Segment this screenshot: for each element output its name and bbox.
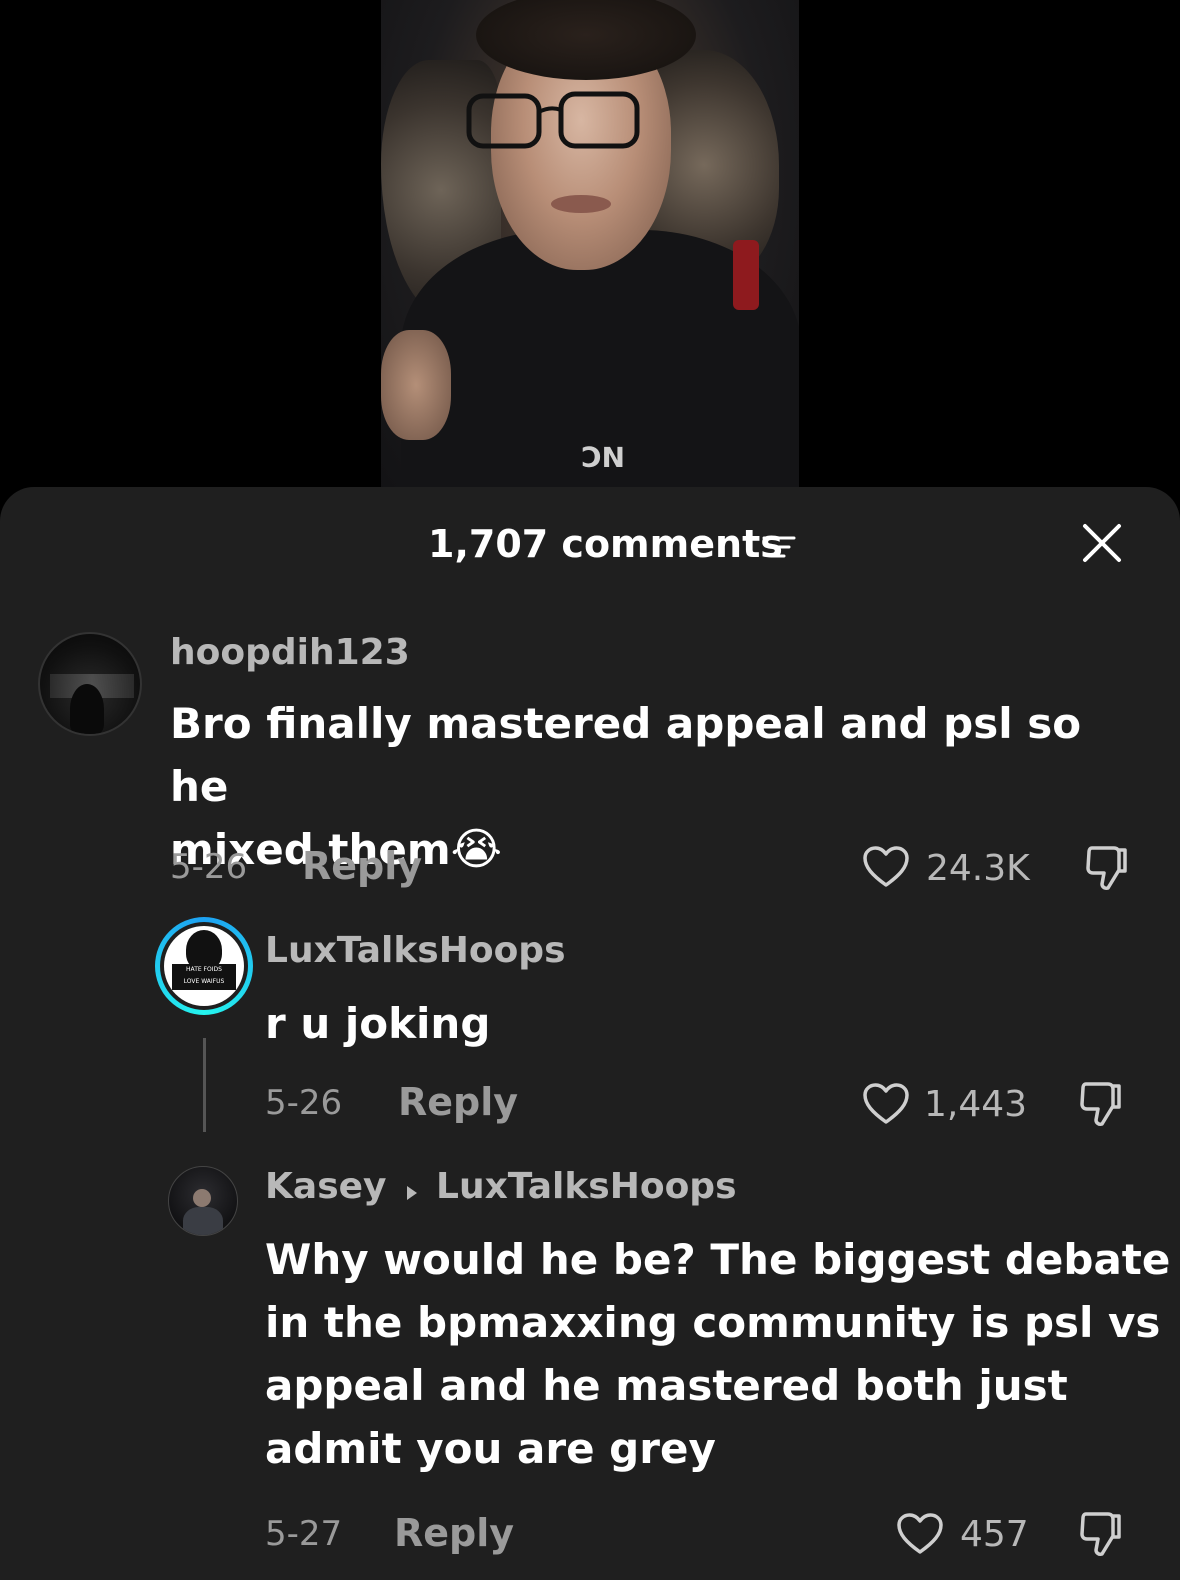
reply-button[interactable]: Reply xyxy=(394,1511,514,1555)
comment-text: Why would he be? The biggest debate in t… xyxy=(265,1228,1171,1480)
crying-emoji-icon: 😭 xyxy=(450,824,503,875)
reply-button[interactable]: Reply xyxy=(398,1080,518,1124)
comment-text: r u joking xyxy=(265,999,491,1048)
video-frame: NC xyxy=(381,0,799,500)
like-count: 24.3K xyxy=(926,848,1030,889)
like-count: 1,443 xyxy=(924,1084,1028,1125)
reply-button[interactable]: Reply xyxy=(302,844,422,888)
close-icon[interactable] xyxy=(1080,521,1124,565)
thumbs-down-icon[interactable] xyxy=(1084,844,1130,892)
thumbs-down-icon[interactable] xyxy=(1078,1080,1124,1128)
comment-text-line: Why would he be? The biggest debate xyxy=(265,1235,1171,1284)
comment-text-line: admit you are grey xyxy=(265,1424,716,1473)
shirt-text: NC xyxy=(581,440,625,473)
comment-date: 5-27 xyxy=(265,1514,343,1554)
hand xyxy=(381,330,451,440)
reply-to-username[interactable]: LuxTalksHoops xyxy=(436,1166,737,1207)
comment-text-line: Bro finally mastered appeal and psl so h… xyxy=(170,699,1082,811)
avatar-text: LOVE WAIFUS xyxy=(183,978,225,985)
heart-icon[interactable] xyxy=(862,845,910,889)
avatar-story-ring[interactable]: HATE FOIDS LOVE WAIFUS xyxy=(155,917,253,1015)
avatar[interactable] xyxy=(168,1166,238,1236)
red-tag xyxy=(733,240,759,310)
thumbs-down-icon[interactable] xyxy=(1078,1510,1124,1558)
comment-text-line: appeal and he mastered both just xyxy=(265,1361,1068,1410)
comment-date: 5-26 xyxy=(265,1083,343,1123)
heart-icon[interactable] xyxy=(896,1512,944,1556)
avatar[interactable] xyxy=(38,632,142,736)
glasses-icon xyxy=(466,91,640,149)
caret-right-icon xyxy=(407,1186,417,1200)
thread-line xyxy=(203,1038,206,1132)
video-player[interactable]: NC xyxy=(0,0,1180,500)
avatar-text: HATE FOIDS xyxy=(186,966,222,973)
comment-username[interactable]: LuxTalksHoops xyxy=(265,930,566,971)
comments-header: 1,707 comments xyxy=(0,487,1180,607)
comment-username[interactable]: hoopdih123 xyxy=(170,632,410,673)
comment-text-line: in the bpmaxxing community is psl vs xyxy=(265,1298,1161,1347)
heart-icon[interactable] xyxy=(862,1082,910,1126)
like-count: 457 xyxy=(960,1514,1029,1555)
comment-date: 5-26 xyxy=(170,847,248,887)
comment-count: 1,707 comments xyxy=(428,522,783,566)
filter-lines-icon[interactable] xyxy=(762,534,796,560)
comment-username[interactable]: Kasey xyxy=(265,1166,387,1207)
